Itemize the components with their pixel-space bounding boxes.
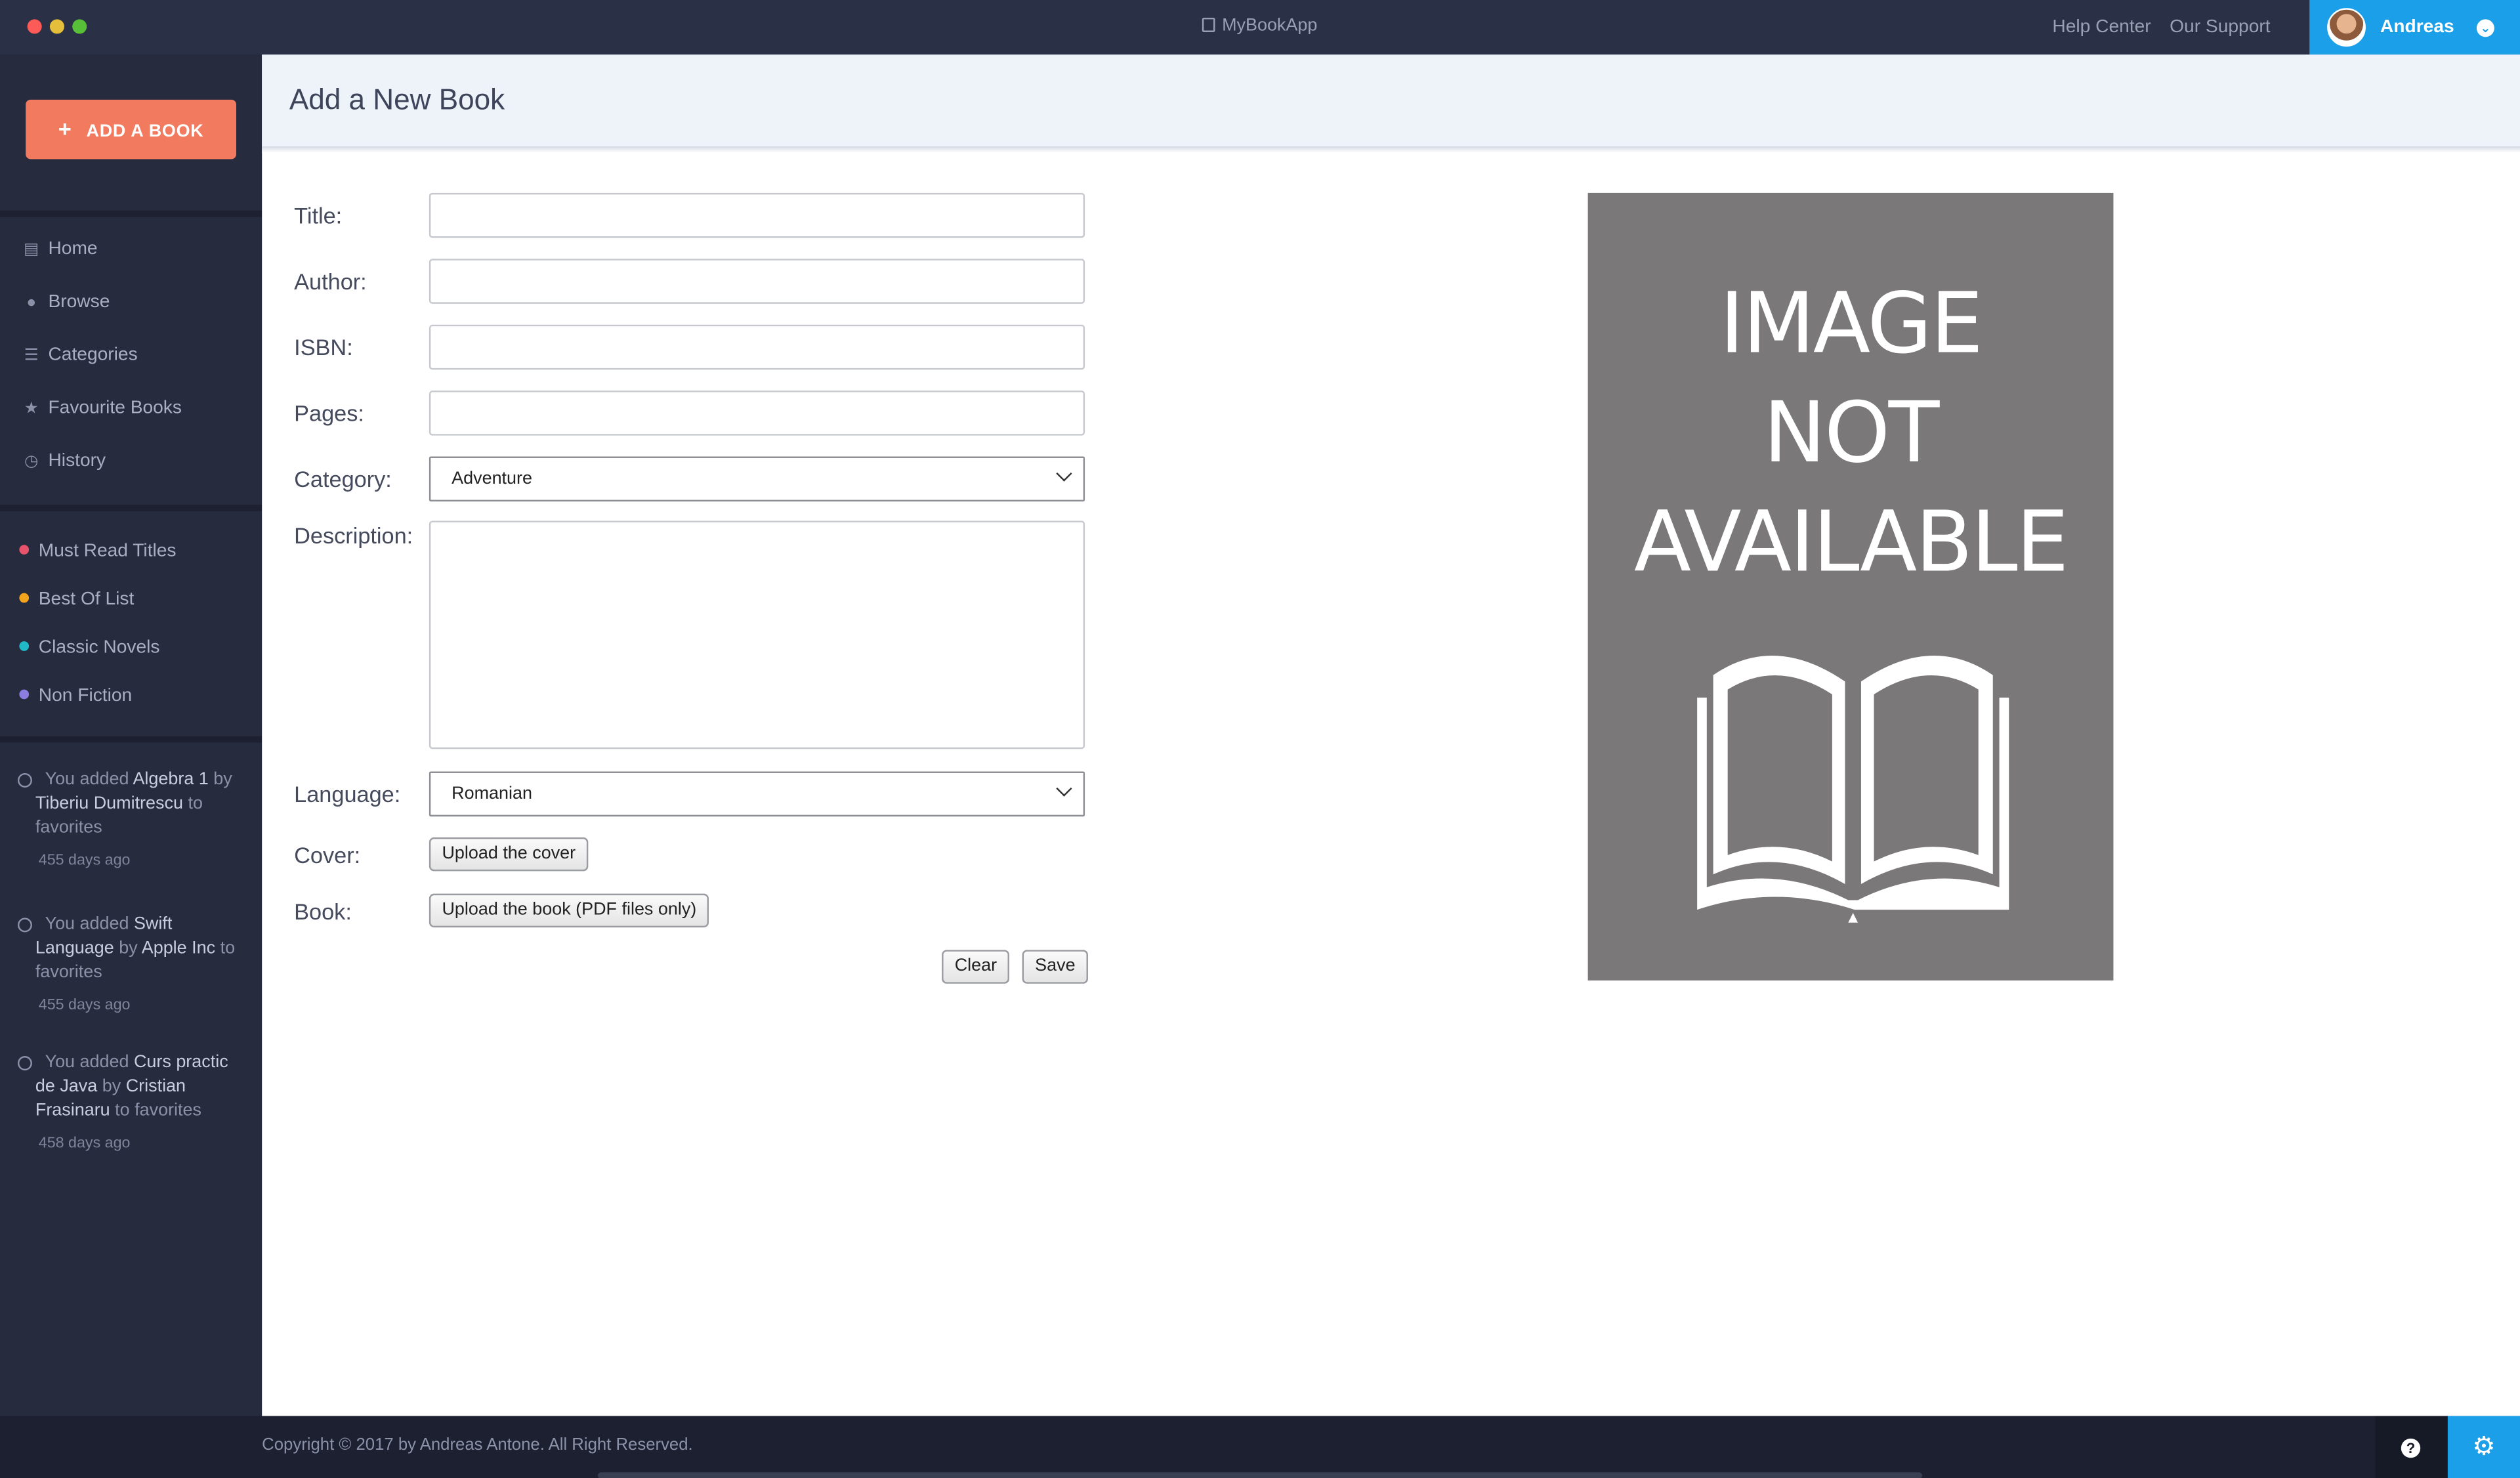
- clock-icon: [17, 1055, 32, 1071]
- author-input[interactable]: [429, 259, 1085, 304]
- cover-preview: IMAGE NOT AVAILABLE: [1587, 192, 2114, 981]
- title-input[interactable]: [429, 192, 1085, 238]
- sidebar-item-home[interactable]: ▤ Home: [22, 240, 97, 259]
- dot-icon: [19, 641, 30, 651]
- horizontal-scrollbar[interactable]: [598, 1472, 1923, 1478]
- question-icon: ?: [2401, 1438, 2421, 1458]
- sidebar: + ADD A BOOK ▤ Home ● Browse ☰ Categories ★ F…: [0, 54, 262, 1416]
- avatar: [2327, 8, 2366, 47]
- author-label: Author:: [294, 268, 367, 295]
- dot-icon: [19, 689, 30, 700]
- activity-author-link[interactable]: Tiberiu Dumitrescu: [35, 794, 183, 813]
- isbn-label: ISBN:: [294, 334, 353, 360]
- language-select[interactable]: Romanian: [429, 771, 1085, 817]
- page-header: Add a New Book: [262, 54, 2520, 148]
- copyright-text: Copyright © 2017 by Andreas Antone. All …: [262, 1435, 693, 1455]
- main-content: Add a New Book Title: Author: ISBN: Page…: [262, 54, 2520, 1416]
- description-textarea[interactable]: [429, 520, 1085, 750]
- list-must-read-titles[interactable]: Must Read Titles: [19, 541, 177, 561]
- activity-time: 458 days ago: [38, 1134, 131, 1152]
- activity-author-link[interactable]: Apple Inc: [142, 939, 215, 958]
- isbn-input[interactable]: [429, 324, 1085, 370]
- sidebar-item-history[interactable]: ◷ History: [22, 452, 106, 471]
- star-icon: ★: [24, 400, 39, 418]
- cover-placeholder-line: AVAILABLE: [1633, 495, 2069, 592]
- cover-placeholder-line: NOT: [1763, 385, 1939, 482]
- list-icon: ☰: [24, 347, 39, 365]
- activity-item: You added Swift Language by Apple Inc to…: [17, 913, 247, 1017]
- user-menu[interactable]: Andreas ⌄: [2309, 0, 2520, 55]
- save-button[interactable]: Save: [1022, 950, 1089, 984]
- header-shadow: [262, 148, 2520, 153]
- language-label: Language:: [294, 781, 401, 807]
- book-icon: ▤: [24, 241, 39, 259]
- page-title: Add a New Book: [289, 83, 505, 116]
- list-best-of-list[interactable]: Best Of List: [19, 590, 134, 609]
- add-book-button[interactable]: + ADD A BOOK: [26, 99, 237, 159]
- plus-icon: +: [58, 116, 72, 142]
- gear-icon: ⚙: [2472, 1433, 2496, 1462]
- title-label: Title:: [294, 202, 343, 228]
- chevron-down-icon: [1056, 465, 1072, 482]
- dot-icon: [19, 593, 30, 603]
- pages-label: Pages:: [294, 400, 364, 426]
- dot-icon: [19, 545, 30, 555]
- upload-cover-button[interactable]: Upload the cover: [429, 837, 589, 872]
- divider: [0, 736, 262, 743]
- activity-item: You added Curs practic de Java by Cristi…: [17, 1051, 247, 1156]
- settings-button[interactable]: ⚙: [2447, 1416, 2520, 1478]
- divider: [0, 504, 262, 511]
- cover-label: Cover:: [294, 842, 361, 868]
- book-icon: [1202, 17, 1216, 32]
- sidebar-item-browse[interactable]: ● Browse: [22, 293, 110, 312]
- globe-icon: ●: [26, 294, 37, 312]
- upload-book-button[interactable]: Upload the book (PDF files only): [429, 893, 709, 928]
- pages-input[interactable]: [429, 391, 1085, 436]
- activity-book-link[interactable]: Algebra 1: [133, 770, 208, 789]
- list-non-fiction[interactable]: Non Fiction: [19, 686, 132, 706]
- divider: [0, 210, 262, 217]
- chevron-down-icon: ⌄: [2476, 19, 2494, 37]
- book-label: Book:: [294, 898, 352, 925]
- clear-button[interactable]: Clear: [942, 950, 1010, 984]
- footer: Copyright © 2017 by Andreas Antone. All …: [0, 1416, 2520, 1478]
- clock-icon: [17, 918, 32, 933]
- app-window: MyBookApp Help Center Our Support Andrea…: [0, 0, 2520, 1478]
- clock-icon: [17, 772, 32, 788]
- sidebar-item-favourite-books[interactable]: ★ Favourite Books: [22, 398, 182, 417]
- chevron-down-icon: [1056, 780, 1072, 797]
- list-classic-novels[interactable]: Classic Novels: [19, 638, 159, 658]
- activity-item: You added Algebra 1 by Tiberiu Dumitresc…: [17, 769, 247, 873]
- description-label: Description:: [294, 522, 413, 549]
- open-book-icon: [1697, 656, 2009, 923]
- clock-icon: ◷: [24, 453, 39, 471]
- category-label: Category:: [294, 466, 392, 492]
- sidebar-item-categories[interactable]: ☰ Categories: [22, 346, 138, 365]
- category-select[interactable]: Adventure: [429, 456, 1085, 502]
- activity-time: 455 days ago: [38, 851, 131, 870]
- help-center-link[interactable]: Help Center: [2052, 18, 2151, 37]
- our-support-link[interactable]: Our Support: [2170, 18, 2270, 37]
- help-button[interactable]: ?: [2375, 1416, 2448, 1478]
- cover-placeholder-line: IMAGE: [1719, 276, 1983, 373]
- activity-time: 455 days ago: [38, 996, 131, 1015]
- title-bar: MyBookApp Help Center Our Support Andrea…: [0, 0, 2520, 55]
- user-name: Andreas: [2380, 17, 2454, 37]
